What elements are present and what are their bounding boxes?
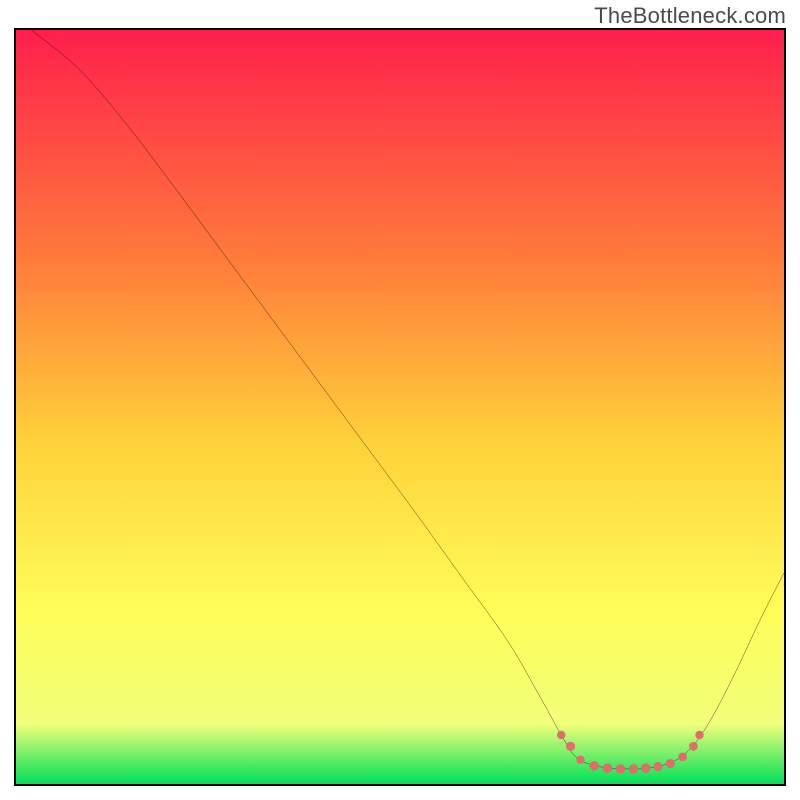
watermark-label: TheBottleneck.com xyxy=(594,3,786,29)
data-marker xyxy=(695,731,703,739)
data-marker xyxy=(666,759,675,768)
data-marker xyxy=(653,762,662,771)
data-marker xyxy=(616,764,626,774)
data-marker xyxy=(678,752,687,761)
data-marker xyxy=(689,742,698,751)
chart-container: TheBottleneck.com xyxy=(0,0,800,800)
marker-layer xyxy=(16,30,784,784)
data-marker xyxy=(641,763,651,773)
plot-area xyxy=(14,28,786,786)
data-marker xyxy=(603,763,613,773)
data-marker xyxy=(576,756,584,764)
data-marker xyxy=(589,761,599,771)
data-marker xyxy=(557,731,565,739)
data-marker xyxy=(629,764,639,774)
data-marker xyxy=(566,742,575,751)
